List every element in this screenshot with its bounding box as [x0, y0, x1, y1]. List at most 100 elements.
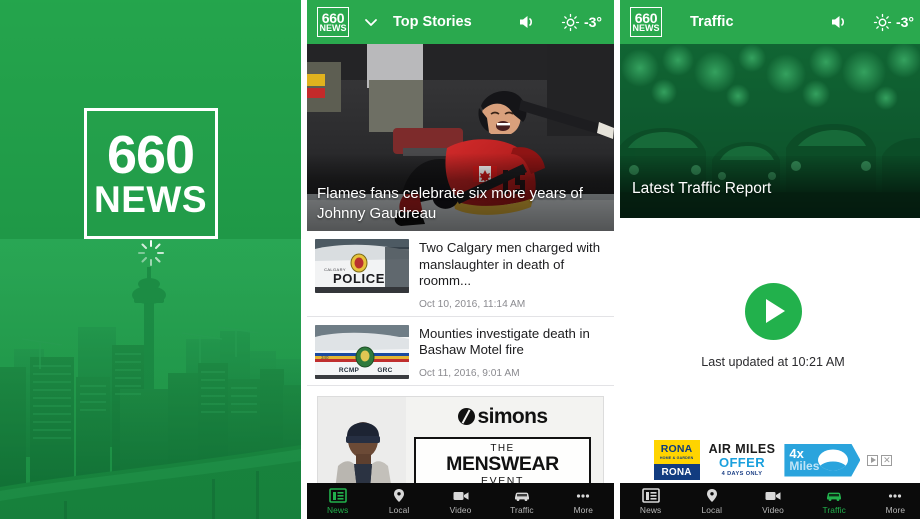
news-content-scroll[interactable]: Flames fans celebrate six more years of …	[307, 44, 614, 483]
svg-text:RCMP: RCMP	[339, 367, 360, 374]
chevron-down-icon[interactable]	[363, 14, 379, 30]
rona-logo-top: RONA HOME & GARDEN	[653, 440, 700, 464]
adchoices-triangle-icon[interactable]	[867, 454, 879, 466]
badge-text-column: 4x Miles	[784, 447, 819, 473]
hero-story-card[interactable]: Flames fans celebrate six more years of …	[307, 44, 614, 231]
tab-local[interactable]: Local	[681, 488, 742, 515]
simons-advertisement[interactable]: simons THE MENSWEAR EVENT UP TO 40% OFF	[317, 395, 604, 483]
calgary-skyline-illustration	[0, 239, 301, 519]
speaker-icon[interactable]	[829, 12, 849, 32]
speaker-icon[interactable]	[517, 12, 537, 32]
tab-video[interactable]: Video	[742, 488, 803, 515]
air-miles-title: AIR MILES	[708, 442, 776, 456]
tab-news[interactable]: News	[620, 487, 681, 515]
advertisement-container: RONA HOME & GARDEN RONA AIR MILES OFFER …	[620, 437, 920, 483]
header-logo[interactable]: 660 NEWS	[630, 7, 662, 37]
story-thumbnail-rcmp: RCMP GRC 340	[315, 324, 409, 379]
simons-offer-main: MENSWEAR	[446, 452, 559, 475]
tab-label-more: More	[885, 504, 906, 515]
header-logo-660: 660	[321, 9, 345, 26]
hero-headline: Flames fans celebrate six more years of …	[317, 185, 583, 222]
last-updated-status: Last updated at 10:21 AM	[701, 354, 845, 369]
story-thumbnail-calgary-police: POLICE CALGARY	[315, 239, 409, 293]
tab-label-local: Local	[388, 504, 410, 515]
tab-label-local: Local	[701, 504, 723, 515]
story-timestamp: Oct 11, 2016, 9:01 AM	[419, 367, 520, 379]
news-section-title[interactable]: Top Stories	[393, 14, 472, 30]
rona-logo: RONA HOME & GARDEN RONA	[653, 440, 700, 480]
traffic-screen-panel: 660 NEWS Traffic -3° Latest Traffic Repo…	[620, 0, 920, 519]
tab-more[interactable]: More	[553, 488, 614, 515]
splash-logo-660: 660	[106, 124, 195, 185]
traffic-hero-card[interactable]: Latest Traffic Report	[620, 44, 920, 218]
air-miles-duration: 4 DAYS ONLY	[721, 471, 763, 477]
story-title: Mounties investigate death in Bashaw Mot…	[419, 325, 590, 358]
ellipsis-icon	[886, 488, 904, 503]
air-miles-plane-icon	[818, 449, 849, 471]
splash-logo-news: NEWS	[94, 178, 207, 220]
tab-label-traffic: Traffic	[510, 504, 534, 515]
story-timestamp: Oct 10, 2016, 11:14 AM	[419, 298, 526, 310]
tab-video[interactable]: Video	[430, 488, 491, 515]
simons-logo: simons	[410, 405, 595, 429]
traffic-player-section: Last updated at 10:21 AM	[620, 218, 920, 433]
car-icon	[513, 488, 531, 503]
map-pin-icon	[390, 488, 408, 503]
splash-screen-panel: 660 NEWS	[0, 0, 301, 519]
simons-ad-copy: simons THE MENSWEAR EVENT UP TO 40% OFF	[406, 397, 603, 483]
simons-model-photo	[318, 396, 406, 483]
close-x-icon[interactable]: ✕	[881, 454, 893, 466]
splash-logo: 660 NEWS	[83, 108, 218, 239]
tab-label-more: More	[573, 504, 594, 515]
tab-label-traffic: Traffic	[822, 504, 846, 515]
triangle-glyph	[870, 457, 876, 463]
air-miles-copy: AIR MILES OFFER 4 DAYS ONLY	[709, 442, 776, 478]
adchoices-controls[interactable]: ✕	[867, 454, 893, 466]
story-title: Two Calgary men charged with manslaughte…	[419, 240, 601, 288]
temperature-value: -3°	[583, 14, 602, 30]
rona-tagline: HOME & GARDEN	[659, 456, 694, 460]
story-list-item[interactable]: POLICE CALGARY Two Calgary men charged w…	[307, 231, 614, 316]
rona-wordmark: RONA	[660, 443, 693, 455]
tab-traffic[interactable]: Traffic	[804, 488, 865, 515]
air-miles-offer: OFFER	[718, 455, 766, 470]
sun-icon	[561, 13, 580, 31]
tab-traffic[interactable]: Traffic	[491, 488, 552, 515]
header-logo[interactable]: 660 NEWS	[317, 7, 349, 37]
car-icon	[825, 488, 843, 503]
header-logo-660: 660	[634, 9, 658, 26]
svg-text:CALGARY: CALGARY	[324, 267, 346, 272]
tab-local[interactable]: Local	[368, 488, 429, 515]
story-text-block: Mounties investigate death in Bashaw Mot…	[419, 325, 606, 379]
ellipsis-icon	[574, 488, 592, 503]
screenshot-stage: 660 NEWS 660 NEWS Top Stories -3° Flames…	[0, 0, 920, 519]
weather-widget[interactable]: -3°	[873, 13, 914, 32]
badge-word: Miles	[789, 459, 820, 473]
tab-label-video: Video	[762, 504, 784, 515]
traffic-section-title: Traffic	[690, 14, 734, 30]
video-camera-icon	[764, 488, 782, 503]
tab-label-news: News	[639, 504, 662, 515]
story-list-item[interactable]: RCMP GRC 340 Mounties investigate death …	[307, 316, 614, 385]
video-camera-icon	[452, 488, 470, 503]
tab-more[interactable]: More	[865, 488, 920, 515]
bottom-tab-bar: News Local Video Traffic More	[620, 483, 920, 519]
play-icon	[766, 299, 785, 323]
simons-offer-panel: THE MENSWEAR EVENT	[414, 436, 591, 483]
traffic-report-label: Latest Traffic Report	[632, 180, 772, 197]
x-glyph: ✕	[883, 454, 891, 465]
svg-text:POLICE: POLICE	[333, 271, 385, 286]
play-button[interactable]	[744, 282, 802, 340]
loading-spinner-icon	[137, 240, 164, 266]
weather-widget[interactable]: -3°	[561, 13, 602, 32]
tab-news[interactable]: News	[307, 487, 368, 515]
rona-wordmark-secondary: RONA	[661, 466, 692, 478]
news-header: 660 NEWS Top Stories -3°	[307, 0, 614, 44]
simons-offer-the: THE	[490, 442, 515, 454]
rona-logo-bottom: RONA	[653, 464, 700, 480]
rona-air-miles-advertisement[interactable]: RONA HOME & GARDEN RONA AIR MILES OFFER …	[653, 440, 893, 480]
tab-label-video: Video	[449, 504, 472, 515]
news-list-icon	[641, 487, 660, 503]
sun-icon	[873, 13, 892, 31]
map-pin-icon	[703, 488, 721, 503]
